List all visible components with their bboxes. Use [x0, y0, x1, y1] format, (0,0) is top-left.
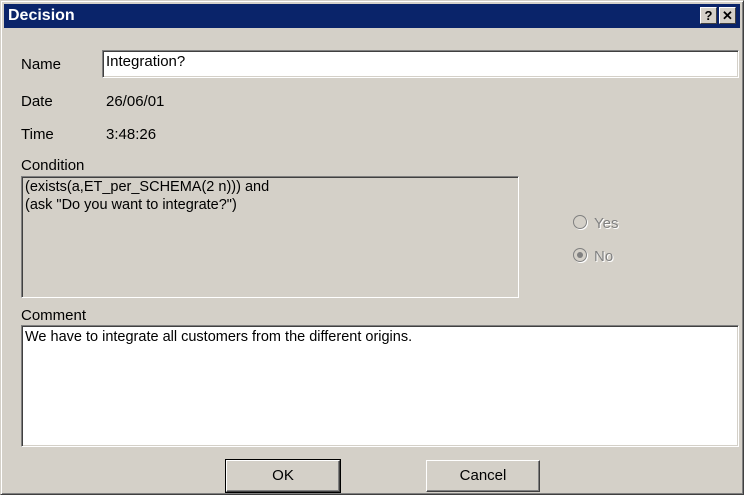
- time-value: 3:48:26: [106, 126, 157, 143]
- condition-field: (exists(a,ET_per_SCHEMA(2 n))) and (ask …: [21, 176, 519, 298]
- time-label: Time: [21, 126, 54, 143]
- ok-button[interactable]: OK: [225, 459, 341, 493]
- yes-radio-circle-icon: [573, 215, 587, 229]
- comment-text[interactable]: We have to integrate all customers from …: [25, 328, 734, 346]
- help-button[interactable]: ?: [700, 7, 717, 24]
- condition-line-1: (exists(a,ET_per_SCHEMA(2 n))) and: [25, 179, 270, 195]
- no-radio-selected-icon: [573, 248, 587, 262]
- name-label: Name: [21, 56, 62, 73]
- date-value: 26/06/01: [106, 93, 165, 110]
- window-title: Decision: [8, 7, 75, 24]
- name-input[interactable]: [106, 53, 733, 70]
- no-radio: No: [573, 248, 613, 265]
- title-bar[interactable]: Decision ? ✕: [4, 4, 740, 28]
- name-field[interactable]: [102, 50, 739, 78]
- yes-radio-label: Yes: [594, 215, 619, 232]
- yes-radio: Yes: [573, 215, 618, 232]
- decision-dialog: Decision ? ✕ Name Date 26/06/01 Time 3:4…: [0, 0, 744, 495]
- cancel-button[interactable]: Cancel: [426, 460, 540, 492]
- condition-line-2: (ask "Do you want to integrate?"): [25, 197, 237, 213]
- no-radio-label: No: [594, 248, 614, 265]
- close-button[interactable]: ✕: [719, 7, 736, 24]
- condition-label: Condition: [21, 157, 85, 174]
- comment-field[interactable]: We have to integrate all customers from …: [21, 325, 739, 447]
- date-label: Date: [21, 93, 53, 110]
- comment-label: Comment: [21, 307, 87, 324]
